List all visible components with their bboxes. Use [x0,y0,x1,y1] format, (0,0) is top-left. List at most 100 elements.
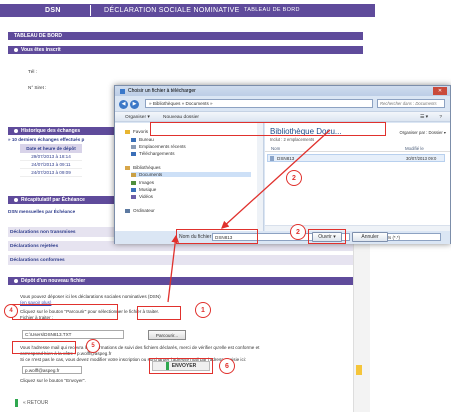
annotation-frame-file-row [150,122,386,136]
search-input[interactable]: Rechercher dans : Documents [377,99,445,108]
nav-videos[interactable]: Vidéos [131,194,153,199]
nav-label: Favoris [133,129,149,134]
col-nom[interactable]: Nom [271,146,280,151]
retour-label: « RETOUR [23,400,49,406]
music-icon [131,187,136,192]
nav-bibliotheques[interactable]: Bibliothèques [125,165,161,170]
annotation-circle: 5 [86,339,100,353]
nav-images[interactable]: Images [131,180,154,185]
computer-icon [125,208,130,213]
dialog-title-bar: Choisir un fichier à télécharger ✕ [115,86,450,96]
annotation-frame-nom [176,229,258,244]
inscrit-title: Vous êtes inscrit [21,47,61,53]
nav-documents[interactable]: Documents [131,172,251,177]
star-icon [125,129,130,134]
help-icon[interactable]: ? [439,115,442,120]
nav-label: Téléchargements [139,151,175,156]
depot-title: Dépôt d'un nouveau fichier [21,278,86,284]
nav-label: Images [139,180,155,185]
table-row[interactable]: 29/07/2013 à 18:14 [20,153,82,161]
file-row[interactable]: DSN813 30/07/2013 09:0 [267,154,445,162]
siret-label: N° Siret : [28,85,47,90]
table-row[interactable]: 24/07/2013 à 09:09 [20,169,82,177]
historique-title: Historique des échanges [21,128,81,134]
inscrit-header: Vous êtes inscrit [8,46,363,54]
nav-label: Emplacements récents [139,144,186,149]
annuler-button[interactable]: Annuler [352,232,388,242]
video-icon [131,194,136,199]
file-icon [270,155,274,161]
nav-dashboard-link[interactable]: TABLEAU DE BORD [244,7,300,13]
tel-label: Tél : [28,69,37,74]
library-icon [125,165,130,170]
desktop-icon [131,137,136,142]
annotation-circle: 2 [290,224,306,240]
download-icon [131,151,136,156]
col-modifie[interactable]: Modifié le [405,146,424,151]
organiser-par[interactable]: Organiser par : Dossier ▾ [399,130,446,135]
nav-label: Musique [139,187,157,192]
organiser-button[interactable]: Organiser ▾ [125,115,150,120]
address-field[interactable]: » Bibliothèques » Documents » [145,99,373,108]
table-row[interactable]: 24/07/2013 à 09:11 [20,161,82,169]
depot-header: Dépôt d'un nouveau fichier [8,277,363,285]
nav-label: Vidéos [139,194,153,199]
nav-scrollbar[interactable] [257,123,263,231]
nav-telechargements[interactable]: Téléchargements [131,151,175,156]
nouveau-dossier-button[interactable]: Nouveau dossier [163,115,199,120]
file-path-field[interactable]: C:\Users\DSN813.TXT [22,330,124,339]
decl-conformes[interactable]: Déclarations conformes [8,255,363,265]
annotation-circle: 4 [4,304,18,318]
parcourir-button[interactable]: Parcourir... [148,330,186,340]
recent-icon [131,144,136,149]
nav-bureau[interactable]: Bureau [131,137,154,142]
annotation-frame-file [12,304,118,320]
nav-label: Bibliothèques [133,165,161,170]
derniers-echanges: » 10 derniers échanges effectués p [8,137,85,142]
annotation-frame-email [12,341,76,354]
images-icon [131,180,136,185]
envoyer-hint: Cliquez sur le bouton "Envoyer". [20,378,86,383]
side-tab[interactable] [356,365,362,375]
app-icon [120,88,125,94]
annotation-frame-parcourir [137,306,181,320]
nav-dsn[interactable]: DSN [45,7,61,14]
annotation-circle: 6 [219,358,235,374]
retour-button[interactable]: « RETOUR [15,399,48,407]
historique-table: Date et heure de dépôt 29/07/2013 à 18:1… [20,144,82,177]
annotation-frame-ouvrir [308,229,346,244]
dashboard-header: TABLEAU DE BORD [8,32,363,40]
back-marker-icon [15,399,18,407]
table-header: Date et heure de dépôt [20,144,82,153]
bullet-icon [14,48,18,52]
dsn-mensuelles[interactable]: DSN mensuelles par Échéance [8,209,75,214]
bullet-icon [14,129,18,133]
email-field[interactable]: p.wolff@aspeg.fr [22,366,82,374]
column-headers: Nom Modifié le [265,145,450,152]
nav-label: Ordinateur [133,208,155,213]
dialog-footer: Nom du fichier : DSN813 Tous les fichier… [115,231,450,244]
dialog-title: Choisir un fichier à télécharger [128,88,196,94]
nav-ordinateur[interactable]: Ordinateur [125,208,155,213]
bullet-icon [14,279,18,283]
bullet-icon [14,198,18,202]
top-navigation: DSN DÉCLARATION SOCIALE NOMINATIVE TABLE… [0,0,451,18]
annotation-circle: 1 [195,302,211,318]
view-icon[interactable]: ☰ ▾ [420,115,428,120]
library-subtitle[interactable]: Inclut : 2 emplacements [270,137,314,142]
nav-emplacements[interactable]: Emplacements récents [131,144,186,149]
file-date: 30/07/2013 09:0 [406,155,437,161]
documents-icon [131,172,136,177]
nav-label: Bureau [139,137,154,142]
annotation-circle: 2 [286,170,302,186]
close-icon[interactable]: ✕ [433,87,447,95]
nav-separator [90,5,91,16]
depot-intro: Vous pouvez déposer ici les déclarations… [20,294,161,299]
forward-arrow-icon[interactable]: ▶ [130,99,139,109]
nav-musique[interactable]: Musique [131,187,156,192]
file-dialog: Choisir un fichier à télécharger ✕ ◀ ▶ »… [114,85,451,244]
nav-favoris[interactable]: Favoris [125,129,148,134]
back-arrow-icon[interactable]: ◀ [119,99,128,109]
dialog-toolbar: Organiser ▾ Nouveau dossier ☰ ▾ ? [115,111,450,122]
annotation-frame-envoyer [149,358,213,374]
